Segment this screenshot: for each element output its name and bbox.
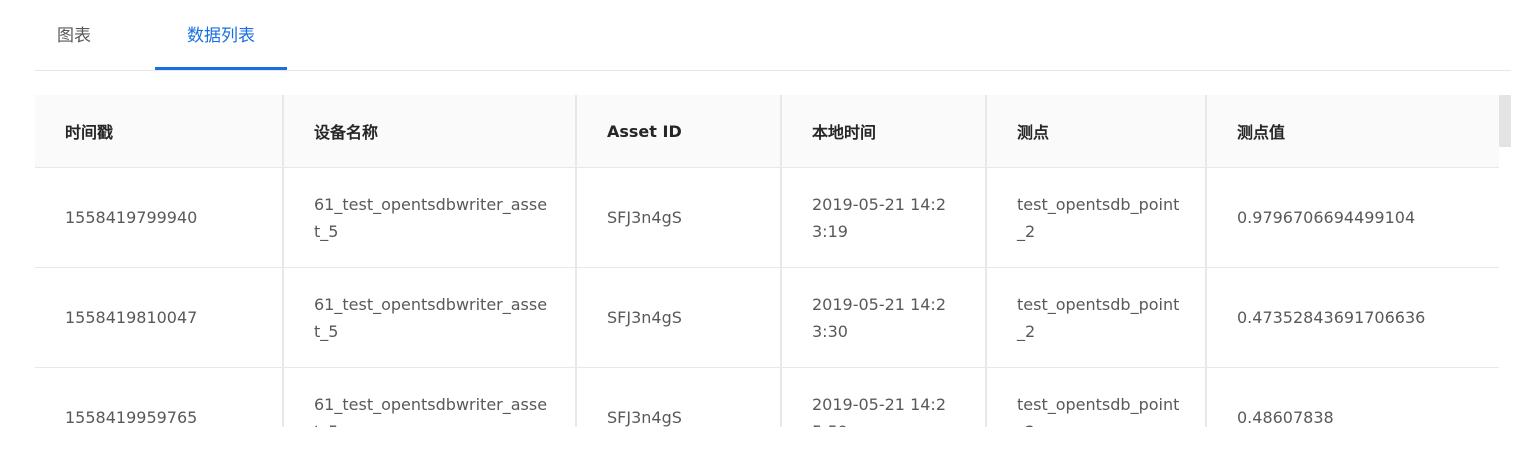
tab-bar: 图表 数据列表 — [35, 0, 1511, 71]
data-table-container[interactable]: 时间戳 设备名称 Asset ID 本地时间 测点 测点值 1558419799… — [35, 95, 1511, 427]
column-header-device-name: 设备名称 — [283, 95, 577, 168]
cell-timestamp: 1558419810047 — [35, 267, 284, 368]
table-row: 1558419959765 61_test_opentsdbwriter_ass… — [35, 367, 1499, 427]
column-header-point: 测点 — [986, 95, 1207, 168]
cell-point-value: 0.47352843691706636 — [1206, 267, 1499, 368]
cell-asset-id: SFJ3n4gS — [576, 267, 782, 368]
table-header-row: 时间戳 设备名称 Asset ID 本地时间 测点 测点值 — [35, 95, 1499, 168]
cell-point: test_opentsdb_point_2 — [986, 267, 1207, 368]
cell-timestamp: 1558419959765 — [35, 367, 284, 427]
cell-local-time: 2019-05-21 14:23:19 — [781, 167, 987, 268]
cell-device-name: 61_test_opentsdbwriter_asset_5 — [283, 367, 577, 427]
cell-local-time: 2019-05-21 14:23:30 — [781, 267, 987, 368]
column-header-local-time: 本地时间 — [781, 95, 987, 168]
column-header-point-value: 测点值 — [1206, 95, 1499, 168]
column-header-timestamp: 时间戳 — [35, 95, 284, 168]
data-table: 时间戳 设备名称 Asset ID 本地时间 测点 测点值 1558419799… — [35, 95, 1499, 427]
table-scrollbar[interactable] — [1499, 95, 1511, 427]
cell-local-time: 2019-05-21 14:25:59 — [781, 367, 987, 427]
cell-asset-id: SFJ3n4gS — [576, 367, 782, 427]
data-page: 图表 数据列表 时间戳 设备名称 Asset ID 本地时间 测点 测点值 15… — [0, 0, 1521, 459]
cell-timestamp: 1558419799940 — [35, 167, 284, 268]
cell-device-name: 61_test_opentsdbwriter_asset_5 — [283, 167, 577, 268]
scrollbar-thumb[interactable] — [1499, 95, 1511, 147]
cell-point: test_opentsdb_point_2 — [986, 367, 1207, 427]
tab-chart[interactable]: 图表 — [57, 0, 135, 70]
column-header-asset-id: Asset ID — [576, 95, 782, 168]
cell-point: test_opentsdb_point_2 — [986, 167, 1207, 268]
cell-asset-id: SFJ3n4gS — [576, 167, 782, 268]
cell-point-value: 0.48607838 — [1206, 367, 1499, 427]
tab-data-list[interactable]: 数据列表 — [155, 0, 287, 70]
table-row: 1558419810047 61_test_opentsdbwriter_ass… — [35, 267, 1499, 368]
active-tab-indicator — [155, 67, 287, 70]
cell-point-value: 0.9796706694499104 — [1206, 167, 1499, 268]
table-row: 1558419799940 61_test_opentsdbwriter_ass… — [35, 167, 1499, 268]
cell-device-name: 61_test_opentsdbwriter_asset_5 — [283, 267, 577, 368]
